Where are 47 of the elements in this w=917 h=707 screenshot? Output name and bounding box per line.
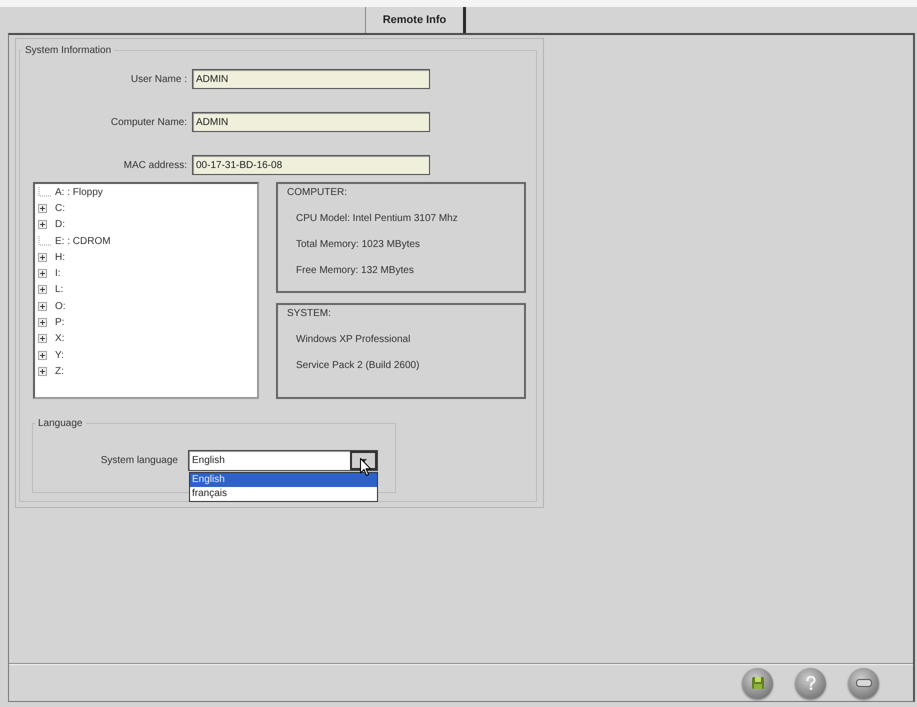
field-label: System language (100, 455, 179, 466)
info-text: Windows XP Professional (295, 333, 412, 347)
group-title: Language (37, 417, 84, 430)
tree-item[interactable]: I: (55, 267, 61, 280)
field-label: MAC address: (122, 160, 188, 170)
info-text: Service Pack 2 (Build 2600) (295, 359, 420, 373)
language-combo[interactable]: English (188, 450, 378, 471)
field-label: Computer Name: (110, 116, 188, 128)
minimize-button[interactable] (848, 668, 879, 698)
dropdown-option[interactable]: English (190, 473, 377, 487)
expand-icon[interactable] (38, 269, 47, 278)
panel-title: COMPUTER: (287, 186, 348, 200)
help-icon (806, 676, 816, 690)
tree-item[interactable]: L: (55, 283, 64, 296)
tree-item[interactable]: O: (55, 300, 66, 313)
expand-icon[interactable] (38, 285, 47, 294)
expand-icon[interactable] (38, 252, 47, 262)
text-field[interactable]: ADMIN (192, 112, 430, 132)
minus-icon (856, 679, 872, 687)
dropdown-option[interactable]: français (190, 487, 377, 501)
tree-item[interactable]: D: (55, 218, 65, 232)
panel-title: SYSTEM: (287, 307, 332, 321)
tab[interactable]: Remote Info (365, 7, 466, 33)
tree-item[interactable]: E: : CDROM (55, 234, 111, 248)
text-field[interactable]: ADMIN (192, 69, 430, 89)
info-text: CPU Model: Intel Pentium 3107 Mhz (295, 212, 459, 226)
group-title: System Information (24, 44, 112, 57)
round-button[interactable] (742, 668, 773, 698)
help-button[interactable] (795, 668, 826, 698)
expand-icon[interactable] (38, 220, 47, 230)
expand-icon[interactable] (38, 318, 47, 328)
text-field[interactable]: 00-17-31-BD-16-08 (192, 155, 430, 175)
tree-item[interactable]: H: (55, 250, 65, 264)
info-text: Free Memory: 132 MBytes (295, 264, 415, 278)
field-label: User Name : (130, 74, 188, 84)
expand-icon[interactable] (38, 366, 47, 376)
info-text: Total Memory: 1023 MBytes (295, 238, 421, 252)
tree-item[interactable]: P: (55, 316, 64, 330)
expand-icon[interactable] (38, 334, 47, 344)
expand-icon[interactable] (38, 350, 47, 360)
expand-icon[interactable] (38, 302, 47, 311)
tree-item[interactable]: Z: (55, 364, 64, 378)
tree-item[interactable]: Y: (55, 348, 64, 362)
tree-item[interactable]: A: : Floppy (55, 186, 103, 199)
expand-icon[interactable] (38, 204, 47, 213)
tree-item[interactable]: C: (55, 202, 65, 215)
tree-item[interactable]: X: (55, 332, 64, 346)
